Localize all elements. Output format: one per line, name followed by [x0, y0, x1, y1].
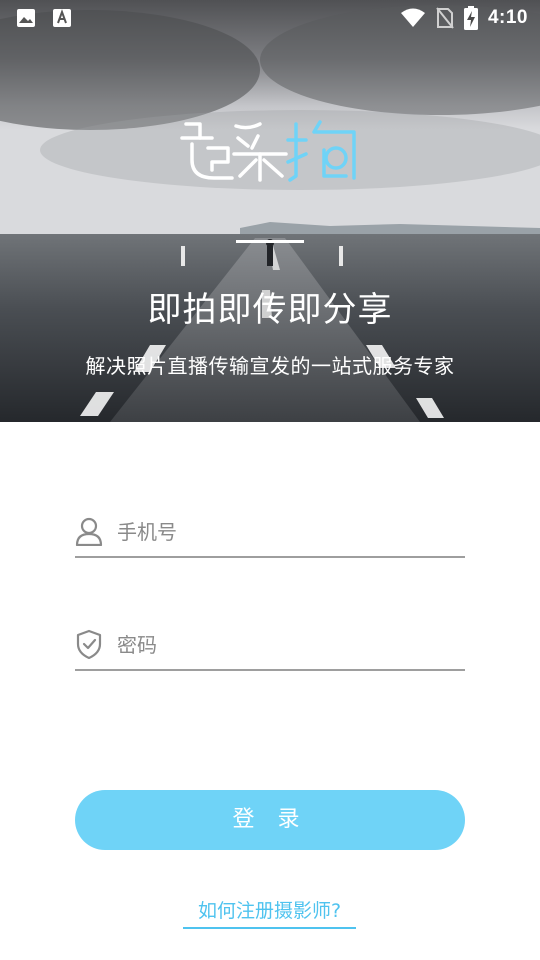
user-icon — [75, 517, 103, 546]
subtitle: 解决照片直播传输宣发的一站式服务专家 — [85, 354, 455, 378]
login-button[interactable]: 登 录 — [75, 790, 465, 850]
tagline-divider — [236, 240, 304, 243]
password-input[interactable] — [117, 627, 457, 663]
wifi-icon — [400, 8, 425, 27]
shield-check-icon — [76, 629, 102, 659]
phone-field[interactable] — [75, 512, 465, 558]
password-field[interactable] — [75, 625, 465, 671]
status-bar: 4:10 — [0, 0, 540, 36]
no-sim-icon — [436, 7, 454, 29]
hero-banner: 4:10 即拍即传即分享 解决照片直播传输宣发的一站式服务专家 — [0, 0, 540, 422]
font-notification-icon — [53, 9, 71, 27]
status-time: 4:10 — [487, 7, 528, 28]
tagline: 即拍即传即分享 — [147, 290, 393, 330]
battery-charging-icon — [463, 6, 478, 30]
gallery-notification-icon — [17, 9, 35, 27]
qicaipai-logo — [180, 120, 356, 182]
register-photographer-link[interactable]: 如何注册摄影师? — [183, 896, 356, 929]
phone-input[interactable] — [117, 514, 457, 550]
